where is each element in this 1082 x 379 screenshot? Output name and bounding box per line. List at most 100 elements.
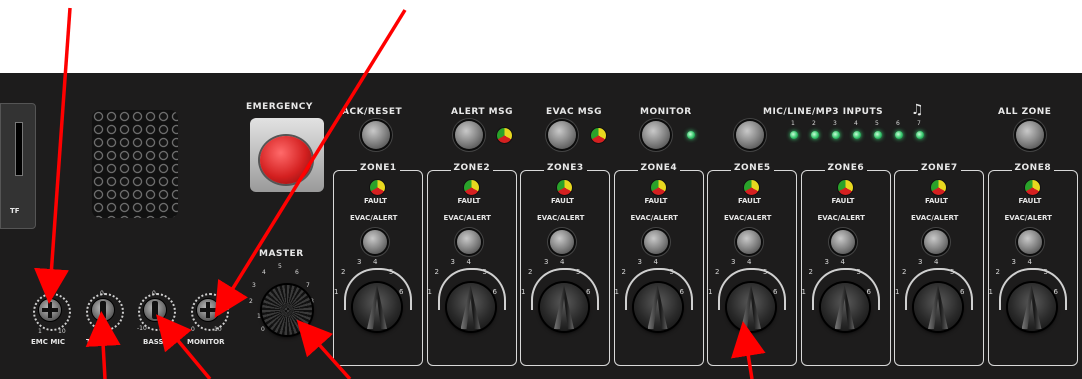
zone-fault-label: FAULT	[457, 197, 481, 205]
zone-evac-alert-button[interactable]	[363, 230, 387, 254]
zone-evac-alert-label: EVAC/ALERT	[630, 214, 678, 222]
all-zone-label: ALL ZONE	[998, 107, 1052, 117]
alert-msg-button[interactable]	[455, 121, 483, 149]
zone-scale-mark: 1	[708, 288, 713, 296]
tf-card-slot[interactable]: TF	[0, 103, 36, 229]
zone-volume-knob[interactable]	[820, 283, 869, 331]
zone-scale-mark: 6	[399, 288, 404, 296]
zone-scale-mark: 4	[653, 258, 658, 266]
zone-fault-indicator	[1024, 180, 1040, 195]
evac-msg-indicator	[591, 128, 606, 143]
zone-scale-mark: 2	[621, 268, 626, 276]
inputs-button[interactable]	[736, 121, 764, 149]
zone-scale-mark: 1	[988, 288, 993, 296]
bass-label: BASS	[143, 338, 164, 346]
alert-msg-indicator	[497, 128, 512, 143]
monitor-button[interactable]	[642, 121, 670, 149]
input-number: 7	[917, 120, 921, 127]
master-scale-mark: 2	[249, 298, 253, 305]
zone-fault-indicator	[650, 180, 666, 195]
monitor-volume-knob[interactable]	[197, 299, 219, 321]
zone-title: ZONE8	[1011, 163, 1055, 173]
alert-msg-label: ALERT MSG	[451, 107, 513, 117]
zone-evac-alert-button[interactable]	[830, 230, 855, 254]
zone-evac-alert-label: EVAC/ALERT	[911, 214, 959, 222]
zone-fault-label: FAULT	[738, 197, 761, 205]
input-number: 5	[875, 120, 879, 127]
emc-mic-max: 10	[58, 328, 66, 335]
zone-volume-knob[interactable]	[540, 283, 588, 331]
zone-fault-label: FAULT	[551, 197, 574, 205]
zone-volume-knob[interactable]	[727, 283, 775, 331]
zone-fault-label: FAULT	[831, 197, 855, 205]
zone-volume-knob[interactable]	[633, 283, 682, 331]
zone-fault-label: FAULT	[925, 197, 948, 205]
zone-scale-mark: 4	[1027, 258, 1032, 266]
zone-scale-mark: 3	[637, 258, 642, 266]
zone-scale-mark: 6	[1053, 288, 1058, 296]
input-led	[832, 131, 840, 139]
zone-scale-mark: 2	[715, 268, 720, 276]
emergency-button[interactable]	[260, 136, 312, 184]
input-number: 2	[812, 120, 816, 127]
music-note-icon: ♫	[911, 102, 925, 118]
zone-scale-mark: 4	[840, 258, 845, 266]
zone-title: ZONE4	[637, 163, 681, 173]
evac-msg-button[interactable]	[548, 121, 576, 149]
monitor-max: 10	[214, 326, 222, 333]
treble-knob[interactable]	[92, 299, 114, 321]
zone-fault-label: FAULT	[364, 197, 387, 205]
zone-evac-alert-button[interactable]	[737, 230, 761, 254]
input-number: 1	[791, 120, 795, 127]
zone-title: ZONE7	[918, 163, 961, 173]
zone-evac-alert-button[interactable]	[456, 230, 481, 254]
zone-scale-mark: 3	[357, 258, 362, 266]
knob-grip	[741, 285, 761, 329]
evac-msg-label: EVAC MSG	[546, 107, 603, 117]
zone-scale-mark: 6	[586, 288, 591, 296]
monitor-button-label: MONITOR	[640, 107, 692, 117]
zone-scale-mark: 3	[544, 258, 549, 266]
zone-fault-indicator	[931, 180, 946, 195]
zone-scale-mark: 5	[1043, 268, 1048, 276]
zone-scale-mark: 2	[902, 268, 907, 276]
zone-scale-mark: 1	[801, 288, 806, 296]
zone-scale-mark: 1	[614, 288, 619, 296]
master-scale-mark: 4	[262, 269, 266, 276]
zone-evac-alert-button[interactable]	[1017, 230, 1042, 254]
master-volume-knob[interactable]	[262, 285, 312, 335]
zone-fault-indicator	[837, 180, 853, 195]
zone-scale-mark: 3	[450, 258, 455, 266]
zone-scale-mark: 3	[731, 258, 736, 266]
treble-mid: 0	[100, 290, 104, 297]
zone-scale-mark: 4	[560, 258, 565, 266]
zone-volume-knob[interactable]	[446, 283, 495, 331]
zone-scale-mark: 4	[934, 258, 939, 266]
zone-scale-mark: 6	[960, 288, 965, 296]
monitor-led	[687, 131, 695, 139]
input-number: 3	[833, 120, 837, 127]
zone-fault-indicator	[744, 180, 759, 195]
all-zone-button[interactable]	[1016, 121, 1044, 149]
zone-evac-alert-button[interactable]	[550, 230, 574, 254]
input-led	[916, 131, 924, 139]
emc-mic-gain-knob[interactable]	[39, 299, 61, 321]
bass-knob[interactable]	[144, 299, 166, 321]
zone-scale-mark: 2	[808, 268, 813, 276]
knob-grip	[928, 285, 948, 329]
zone-evac-alert-button[interactable]	[924, 230, 948, 254]
zone-volume-knob[interactable]	[914, 283, 962, 331]
zone-scale-mark: 2	[434, 268, 439, 276]
emergency-label: EMERGENCY	[246, 102, 313, 112]
zone-scale-mark: 6	[679, 288, 684, 296]
zone-title: ZONE1	[357, 163, 400, 173]
zone-volume-knob[interactable]	[353, 283, 401, 331]
zone-scale-mark: 3	[1011, 258, 1016, 266]
zone-fault-indicator	[463, 180, 479, 195]
zone-evac-alert-button[interactable]	[643, 230, 668, 254]
zone-volume-knob[interactable]	[1007, 283, 1056, 331]
ack-reset-button[interactable]	[362, 121, 390, 149]
inputs-label: MIC/LINE/MP3 INPUTS	[763, 107, 884, 117]
zone-scale-mark: 5	[389, 268, 394, 276]
knob-grip	[554, 285, 574, 329]
